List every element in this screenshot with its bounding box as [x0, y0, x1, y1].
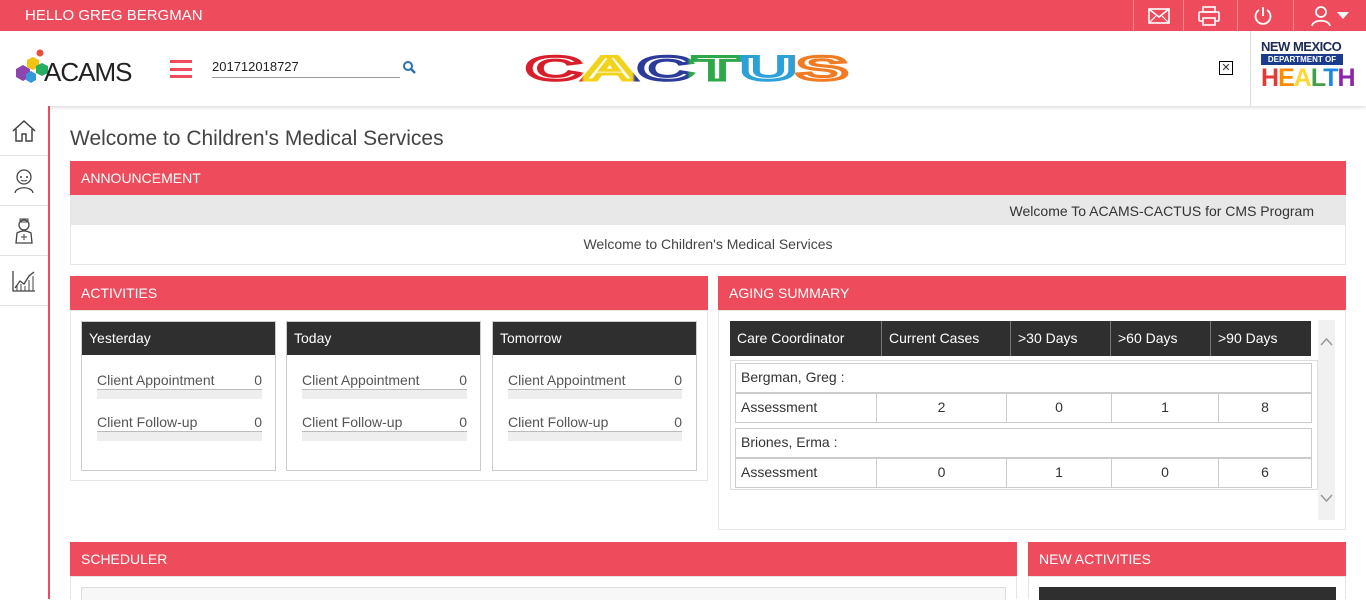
- aging-30-days[interactable]: 1: [1006, 458, 1112, 488]
- activity-bar: [302, 431, 467, 441]
- chevron-up-icon[interactable]: [1318, 335, 1335, 349]
- new-activities-header: NEW ACTIVITIES: [1028, 542, 1346, 576]
- aging-coordinator-name: Bergman, Greg :: [735, 363, 1312, 393]
- provider-icon: [15, 218, 33, 244]
- activity-count: 0: [459, 414, 467, 430]
- aging-coordinator-name: Briones, Erma :: [735, 428, 1312, 458]
- activity-count: 0: [674, 372, 682, 388]
- close-icon[interactable]: ✕: [1219, 61, 1233, 75]
- activity-card-tomorrow: Tomorrow Client Appointment 0 Client Fol…: [492, 321, 697, 471]
- activity-bar: [97, 389, 262, 399]
- user-menu[interactable]: [1293, 0, 1366, 31]
- activity-card-today: Today Client Appointment 0 Client Follow…: [286, 321, 481, 471]
- sidebar-item-provider[interactable]: [0, 206, 48, 256]
- aging-summary-header: AGING SUMMARY: [718, 276, 1346, 310]
- activity-label: Client Appointment: [508, 372, 626, 388]
- announcement-message: Welcome to Children's Medical Services: [583, 236, 833, 252]
- announcement-body: Welcome to Children's Medical Services: [70, 225, 1346, 265]
- aging-30-days[interactable]: 0: [1006, 393, 1112, 423]
- activity-bar: [97, 431, 262, 441]
- home-icon: [12, 119, 36, 142]
- hamburger-menu-icon[interactable]: [170, 60, 192, 78]
- scheduler-calendar[interactable]: [81, 587, 1006, 600]
- aging-scrollbar[interactable]: [1318, 320, 1335, 520]
- page-title: Welcome to Children's Medical Services: [70, 127, 444, 150]
- acams-logo[interactable]: ACAMS: [14, 49, 139, 91]
- activity-label: Client Appointment: [302, 372, 420, 388]
- activity-card-title: Today: [287, 322, 480, 355]
- nm-logo-line1: NEW MEXICO: [1261, 39, 1342, 54]
- new-activities-table-header: [1039, 587, 1336, 600]
- activity-card-title: Tomorrow: [493, 322, 696, 355]
- scheduler-header: SCHEDULER: [70, 542, 1017, 576]
- sidebar-item-home[interactable]: [0, 106, 48, 156]
- acams-logo-text: ACAMS: [44, 57, 132, 87]
- top-bar: HELLO GREG BERGMAN: [0, 0, 1366, 31]
- announcement-ticker: Welcome To ACAMS-CACTUS for CMS Program: [70, 195, 1346, 225]
- aging-60-days[interactable]: 0: [1111, 458, 1219, 488]
- search-icon[interactable]: [403, 61, 416, 74]
- mail-icon[interactable]: [1133, 0, 1183, 31]
- activity-label: Client Follow-up: [302, 414, 403, 430]
- printer-icon[interactable]: [1183, 0, 1233, 31]
- aging-row-type: Assessment: [735, 393, 877, 423]
- activity-row-appointment[interactable]: Client Appointment 0: [302, 372, 467, 399]
- activity-label: Client Follow-up: [508, 414, 609, 430]
- announcement-header: ANNOUNCEMENT: [70, 161, 1346, 195]
- activity-row-appointment[interactable]: Client Appointment 0: [97, 372, 262, 399]
- greeting: HELLO GREG BERGMAN: [25, 7, 203, 24]
- activity-bar: [302, 389, 467, 399]
- activity-card-title: Yesterday: [82, 322, 275, 355]
- activity-count: 0: [459, 372, 467, 388]
- aging-col-30: >30 Days: [1011, 321, 1111, 356]
- aging-90-days[interactable]: 6: [1218, 458, 1312, 488]
- activity-bar: [508, 389, 682, 399]
- chevron-down-icon[interactable]: [1318, 491, 1335, 505]
- aging-90-days[interactable]: 8: [1218, 393, 1312, 423]
- search-input[interactable]: [212, 56, 400, 78]
- activity-row-followup[interactable]: Client Follow-up 0: [302, 414, 467, 441]
- power-icon[interactable]: [1237, 0, 1287, 31]
- aging-row-type: Assessment: [735, 458, 877, 488]
- aging-col-coordinator: Care Coordinator: [730, 321, 882, 356]
- nm-logo-line3: HEALTH: [1261, 64, 1356, 92]
- cactus-logo-text: CACTUS: [526, 53, 848, 85]
- activity-row-followup[interactable]: Client Follow-up 0: [508, 414, 682, 441]
- announcement-ticker-text: Welcome To ACAMS-CACTUS for CMS Program: [1009, 203, 1314, 219]
- client-icon: [14, 168, 34, 193]
- header: ACAMS CACTUS ✕ NEW MEXICO DEPA: [0, 31, 1366, 106]
- reports-chart-icon: [12, 270, 35, 292]
- activity-label: Client Follow-up: [97, 414, 198, 430]
- aging-60-days[interactable]: 1: [1111, 393, 1219, 423]
- chevron-down-icon: [1337, 11, 1349, 19]
- activity-row-appointment[interactable]: Client Appointment 0: [508, 372, 682, 399]
- aging-col-60: >60 Days: [1111, 321, 1211, 356]
- sidebar-item-client[interactable]: [0, 156, 48, 206]
- activity-card-yesterday: Yesterday Client Appointment 0 Client Fo…: [81, 321, 276, 471]
- aging-current[interactable]: 0: [876, 458, 1007, 488]
- aging-col-current: Current Cases: [882, 321, 1011, 356]
- cactus-logo: CACTUS: [525, 53, 850, 85]
- aging-current[interactable]: 2: [876, 393, 1007, 423]
- new-activities-body: [1028, 576, 1346, 600]
- activity-count: 0: [674, 414, 682, 430]
- sidebar: [0, 106, 50, 599]
- activities-header: ACTIVITIES: [70, 276, 708, 310]
- scheduler-body: [70, 576, 1017, 600]
- activity-row-followup[interactable]: Client Follow-up 0: [97, 414, 262, 441]
- activity-count: 0: [254, 414, 262, 430]
- sidebar-item-reports[interactable]: [0, 256, 48, 306]
- aging-col-90: >90 Days: [1211, 321, 1311, 356]
- nm-health-logo: NEW MEXICO DEPARTMENT OF HEALTH: [1250, 31, 1366, 106]
- activity-bar: [508, 431, 682, 441]
- user-icon: [1311, 5, 1331, 26]
- activity-label: Client Appointment: [97, 372, 215, 388]
- activity-count: 0: [254, 372, 262, 388]
